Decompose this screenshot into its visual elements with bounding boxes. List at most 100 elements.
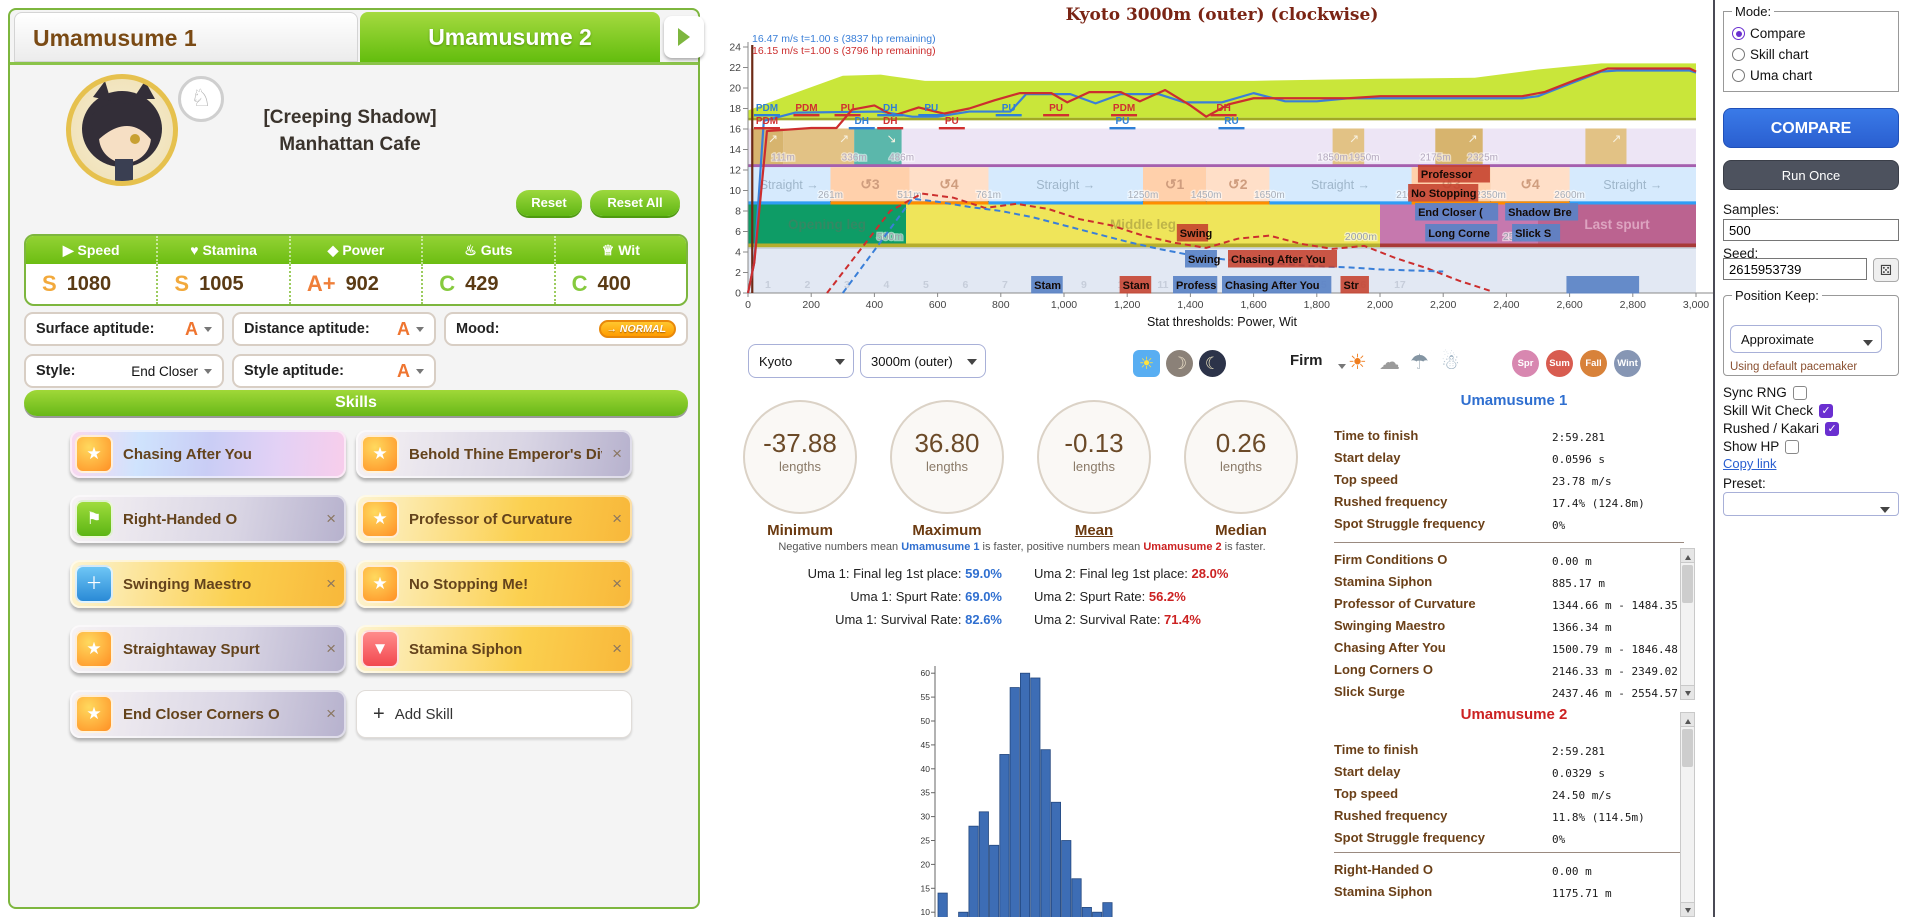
scrollbar-thumb[interactable] [1682,565,1693,603]
skill-button-chasing-after-you[interactable]: ★ Chasing After You [70,430,346,478]
result-value: 36.80 [914,428,980,458]
season-fall[interactable]: Fall [1580,350,1607,377]
remove-skill-icon[interactable]: × [326,574,336,594]
svg-text:200: 200 [802,299,820,311]
style-select[interactable]: Style: End Closer [24,354,224,388]
compare-button[interactable]: COMPARE [1723,108,1899,148]
surface-aptitude-value: A [185,318,198,339]
skill-button-straightaway-spurt[interactable]: ★ Straightaway Spurt × [70,625,346,673]
skill-row-value: 2437.46 m - 2554.57 m [1552,687,1682,700]
skills-section-header: Skills [24,390,688,416]
preset-select[interactable] [1723,492,1899,516]
svg-text:40: 40 [921,764,931,774]
skill-button-professor-of-curvature[interactable]: ★ Professor of Curvature × [356,495,632,543]
checkbox-icon [1792,385,1807,400]
season-spr[interactable]: Spr [1512,350,1539,377]
season-sum[interactable]: Sum [1546,350,1573,377]
mode-legend: Mode: [1735,4,1772,19]
scrollbar-thumb[interactable] [1682,729,1693,767]
season-wint[interactable]: Wint [1614,350,1641,377]
svg-text:↗: ↗ [1611,131,1621,145]
svg-text:PDM: PDM [795,103,817,114]
stats-header-row: ▶ Speed ♥ Stamina ◆ Power ♨ Guts ♕ Wit [26,236,686,264]
scroll-up-arrow[interactable] [1681,549,1694,563]
svg-text:761m: 761m [976,190,1001,201]
svg-text:30: 30 [921,812,931,822]
skill-button-stamina-siphon[interactable]: ▼ Stamina Siphon × [356,625,632,673]
uma2-skill-activations: Right-Handed O 0.00 m Stamina Siphon 1175.7… [1330,858,1682,917]
mode-radio-skill-chart[interactable]: Skill chart [1732,44,1890,65]
next-uma-button[interactable] [664,16,704,58]
remove-skill-icon[interactable]: × [612,574,622,594]
remove-skill-icon[interactable]: × [612,444,622,464]
mode-radio-uma-chart[interactable]: Uma chart [1732,65,1890,86]
uma2-scrollbar[interactable] [1680,712,1695,917]
style-aptitude-select[interactable]: Style aptitude: A [232,354,436,388]
day-icon[interactable]: ☀ [1133,350,1160,377]
scroll-down-arrow[interactable] [1681,902,1694,916]
mood-select[interactable]: Mood: → NORMAL [444,312,688,346]
stat-row-value: 17.4% (124.8m) [1552,497,1645,510]
skill-button-no-stopping-me-[interactable]: ★ No Stopping Me! × [356,560,632,608]
stat-label: Guts [480,242,513,258]
svg-text:DH: DH [855,116,869,127]
distance-aptitude-select[interactable]: Distance aptitude: A [232,312,436,346]
ground-condition-dropdown[interactable]: Firm [1290,352,1323,369]
svg-text:5: 5 [923,279,929,291]
outfit-toggle-icon[interactable]: ♘ [178,76,224,122]
randomize-seed-button[interactable]: ⚄ [1873,258,1899,282]
distance-select-wrap: 3000m (outer) [860,344,986,378]
evening-icon[interactable]: ☽ [1166,350,1193,377]
svg-text:1,000: 1,000 [1051,299,1077,311]
toggle-rushed-kakari[interactable]: Rushed / Kakari ✓ [1723,420,1840,437]
copy-link[interactable]: Copy link [1723,456,1776,471]
tab-umamusume-2[interactable]: Umamusume 2 [360,12,660,62]
skill-name: Right-Handed O [123,510,238,528]
position-keep-select[interactable]: Approximate [1730,325,1882,353]
rainy-icon[interactable]: ☂ [1410,350,1429,375]
skill-row-label: Slick Surge [1334,684,1405,699]
snowy-icon[interactable]: ☃ [1441,350,1460,375]
cloudy-icon[interactable]: ☁ [1379,350,1400,375]
svg-text:PU: PU [1116,116,1130,127]
remove-skill-icon[interactable]: × [326,704,336,724]
run-once-button[interactable]: Run Once [1723,160,1899,190]
svg-text:1,200: 1,200 [1114,299,1140,311]
track-select[interactable]: Kyoto [748,344,854,378]
scroll-up-arrow[interactable] [1681,713,1694,727]
toggle-skill-wit-check[interactable]: Skill Wit Check ✓ [1723,402,1834,419]
orange-skill-icon: ★ [361,500,399,538]
add-skill-button[interactable]: + Add Skill [356,690,632,738]
svg-text:PU: PU [924,103,938,114]
skill-button-right-handed-o[interactable]: ⚑ Right-Handed O × [70,495,346,543]
reset-button[interactable]: Reset [516,190,582,216]
skill-button-swinging-maestro[interactable]: ＋ Swinging Maestro × [70,560,346,608]
guts-icon: ♨ [464,242,481,258]
reset-all-button[interactable]: Reset All [590,190,680,216]
mode-radio-compare[interactable]: Compare [1732,23,1890,44]
tab-umamusume-1[interactable]: Umamusume 1 [14,12,358,62]
svg-text:2,400: 2,400 [1493,299,1519,311]
sunny-icon[interactable]: ☀ [1348,350,1367,375]
night-icon[interactable]: ☾ [1199,350,1226,377]
skill-button-end-closer-corners-o[interactable]: ★ End Closer Corners O × [70,690,346,738]
remove-skill-icon[interactable]: × [326,639,336,659]
samples-input[interactable] [1723,219,1899,241]
toggle-show-hp[interactable]: Show HP [1723,438,1800,455]
svg-text:1,800: 1,800 [1304,299,1330,311]
uma1-scrollbar[interactable] [1680,548,1695,700]
character-avatar[interactable] [66,74,178,186]
svg-text:Str: Str [1344,280,1360,292]
distance-select[interactable]: 3000m (outer) [860,344,986,378]
remove-skill-icon[interactable]: × [326,509,336,529]
seed-input[interactable] [1723,258,1867,280]
scroll-down-arrow[interactable] [1681,685,1694,699]
skill-name: Swinging Maestro [123,575,252,593]
surface-aptitude-select[interactable]: Surface aptitude: A [24,312,224,346]
svg-text:↘: ↘ [887,131,897,145]
skill-button-behold-thine-emperor-s-div[interactable]: ★ Behold Thine Emperor's Div × [356,430,632,478]
remove-skill-icon[interactable]: × [612,509,622,529]
race-chart: ↗ ↗ ↘ ↗ ↗ ↗ 111m 336m 486m 1850m 1950m 2175m 2325m St… [729,5,1713,329]
remove-skill-icon[interactable]: × [612,639,622,659]
toggle-sync-rng[interactable]: Sync RNG [1723,384,1807,401]
